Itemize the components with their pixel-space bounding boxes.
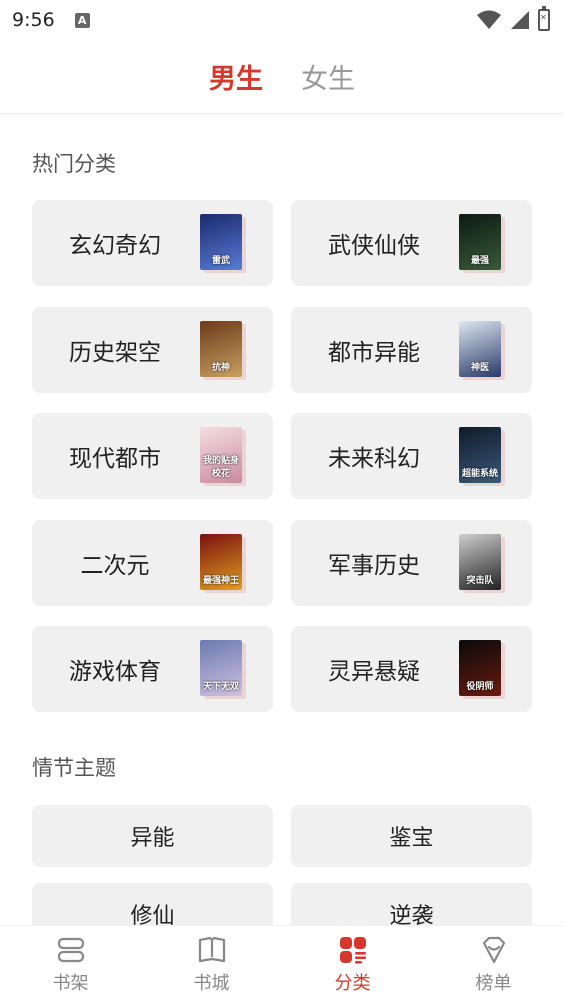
book-cover-title: 天下无双 <box>202 682 239 692</box>
status-indicators <box>476 6 550 31</box>
category-card[interactable]: 军事历史突击队 <box>291 519 532 606</box>
book-cover-title: 役阴师 <box>466 682 494 692</box>
plot-themes-title: 情节主题 <box>32 756 116 780</box>
category-card[interactable]: 灵异悬疑役阴师 <box>291 626 532 712</box>
bottom-nav: 书架 书城 分类 榜单 <box>0 925 564 1004</box>
book-cover-image: 役阴师 <box>459 640 501 696</box>
book-cover-image: 雷武 <box>200 214 242 270</box>
theme-tag[interactable]: 鉴宝 <box>291 805 532 867</box>
book-cover-image: 天下无双 <box>200 640 242 696</box>
theme-tag[interactable]: 逆袭 <box>291 883 532 925</box>
tab-female[interactable]: 女生 <box>301 57 355 96</box>
nav-ranking[interactable]: 榜单 <box>423 926 564 1004</box>
nav-label: 书城 <box>193 973 230 994</box>
nav-label: 榜单 <box>475 973 512 994</box>
book-cover-title: 雷武 <box>211 256 230 266</box>
nav-bookshelf[interactable]: 书架 <box>0 926 141 1004</box>
category-label: 武侠仙侠 <box>328 233 420 259</box>
book-cover-image: 超能系统 <box>459 427 501 483</box>
category-card[interactable]: 玄幻奇幻雷武 <box>32 200 273 286</box>
book-cover-image: 最强神王 <box>200 533 242 590</box>
nav-category[interactable]: 分类 <box>282 926 423 1004</box>
tab-male[interactable]: 男生 <box>209 57 263 96</box>
book-cover-image: 我的贴身校花 <box>200 427 242 483</box>
status-bar: 9:56 A <box>0 0 564 40</box>
category-card[interactable]: 都市异能神医 <box>291 306 532 393</box>
book-cover-title: 最强神王 <box>202 575 239 586</box>
category-card[interactable]: 历史架空抗神 <box>32 306 273 393</box>
category-label: 游戏体育 <box>69 659 161 685</box>
gender-tabs: 男生 女生 <box>0 40 564 114</box>
category-label: 玄幻奇幻 <box>69 233 161 259</box>
battery-icon <box>538 6 550 31</box>
nav-label: 分类 <box>334 973 371 994</box>
book-cover-title: 抗神 <box>211 362 230 373</box>
notification-icon: A <box>74 12 90 28</box>
category-label: 二次元 <box>80 552 150 579</box>
status-time: 9:56 <box>12 9 55 31</box>
category-label: 都市异能 <box>328 339 420 366</box>
category-content[interactable]: 热门分类 玄幻奇幻 雷武 武侠仙侠 最强 历史架空 抗神 都市异能 神医 现代都市 我的贴身校花未… <box>0 115 564 925</box>
category-card[interactable]: 现代都市 我的贴身校花 <box>32 413 273 499</box>
theme-tag[interactable]: 异能 <box>32 805 273 867</box>
category-card[interactable]: 二次元最强神王 <box>32 519 273 606</box>
book-cover-title: 我的贴身校花 <box>202 456 239 479</box>
book-cover-title: 最强 <box>470 256 489 266</box>
wifi-icon <box>477 10 501 29</box>
nav-bookstore[interactable]: 书城 <box>141 926 282 1004</box>
category-label: 历史架空 <box>69 339 161 366</box>
book-cover-image: 抗神 <box>200 320 242 377</box>
bookshelf-icon <box>57 937 84 963</box>
category-label: 军事历史 <box>328 552 420 579</box>
book-cover-title: 超能系统 <box>461 469 498 479</box>
category-label: 灵异悬疑 <box>328 659 420 685</box>
signal-icon <box>511 11 529 29</box>
ranking-icon <box>482 936 505 964</box>
category-label: 现代都市 <box>69 446 161 472</box>
category-card[interactable]: 武侠仙侠最强 <box>291 200 532 286</box>
book-cover-title: 神医 <box>470 362 489 373</box>
book-cover-image: 神医 <box>459 320 501 377</box>
nav-label: 书架 <box>52 973 89 994</box>
book-cover-image: 最强 <box>459 214 501 270</box>
hot-categories-title: 热门分类 <box>32 152 116 176</box>
category-icon <box>339 937 366 964</box>
bookstore-icon <box>198 936 225 963</box>
category-card[interactable]: 游戏体育天下无双 <box>32 626 273 712</box>
book-cover-title: 突击队 <box>466 575 494 586</box>
theme-tag[interactable]: 修仙 <box>32 883 273 925</box>
category-card[interactable]: 未来科幻超能系统 <box>291 413 532 499</box>
category-label: 未来科幻 <box>328 446 420 472</box>
book-cover-image: 突击队 <box>459 533 501 590</box>
